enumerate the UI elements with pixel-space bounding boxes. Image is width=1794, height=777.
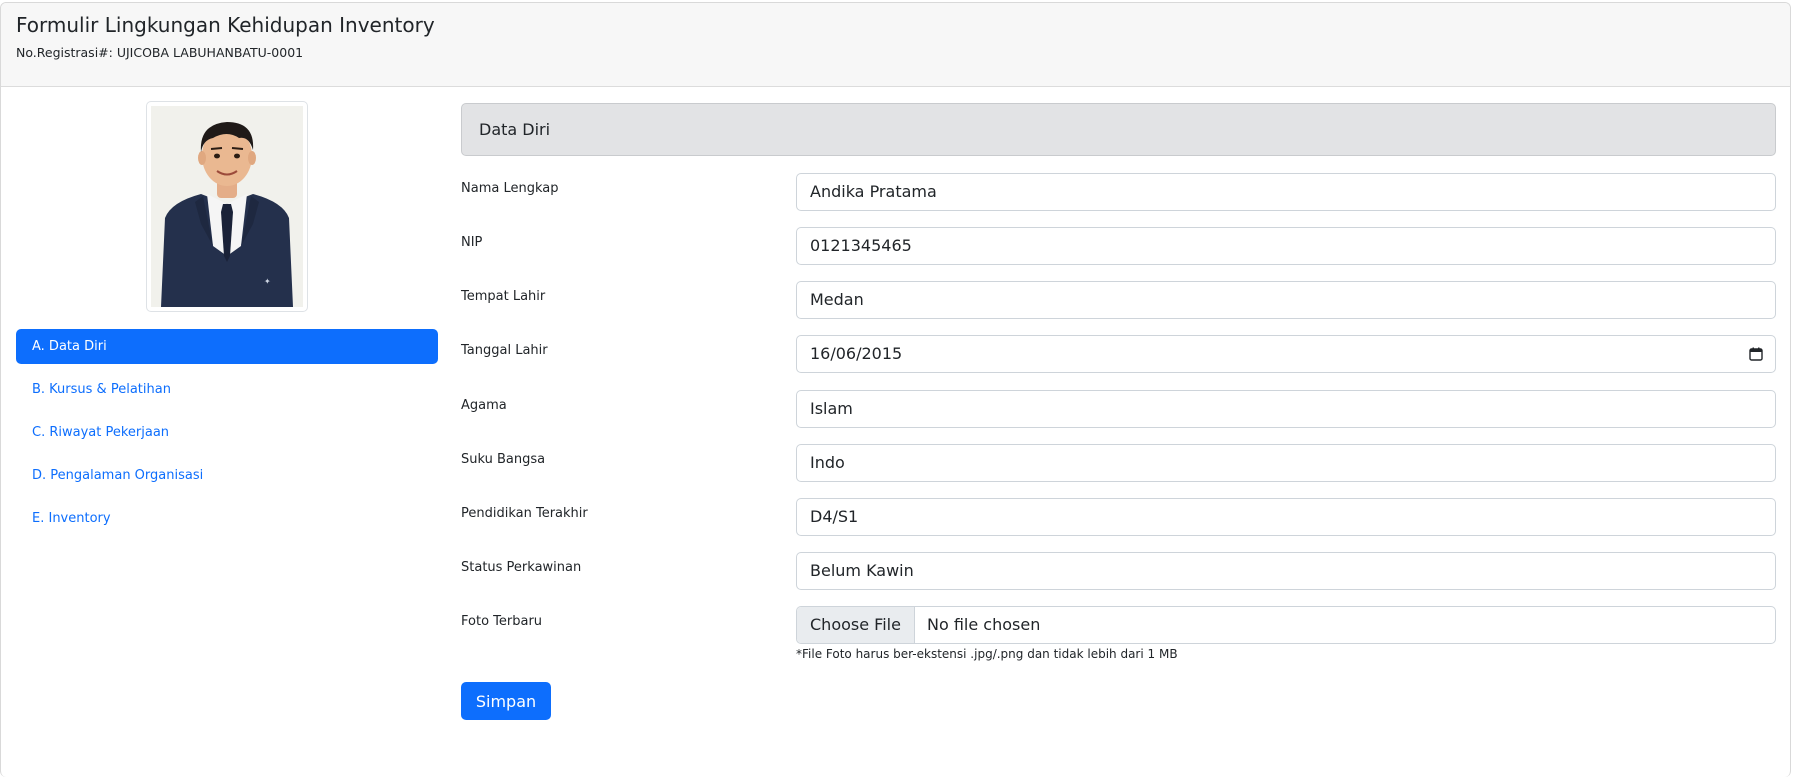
avatar-illustration: ✦ [151, 106, 303, 307]
sidebar-item-inventory[interactable]: E. Inventory [16, 501, 438, 536]
simpan-button[interactable]: Simpan [461, 682, 551, 720]
sidebar-item-pengalaman-organisasi[interactable]: D. Pengalaman Organisasi [16, 458, 438, 493]
nama-lengkap-input[interactable]: Andika Pratama [796, 173, 1776, 211]
choose-file-button[interactable]: Choose File [797, 607, 915, 643]
suku-bangsa-input[interactable]: Indo [796, 444, 1776, 482]
field-row-status-perkawinan: Status Perkawinan Belum Kawin [461, 552, 1776, 590]
field-label: Tempat Lahir [461, 289, 546, 304]
field-row-foto-terbaru: Foto Terbaru Choose File No file chosen [461, 606, 1776, 644]
field-label: Tanggal Lahir [461, 343, 548, 358]
sidebar-item-data-diri[interactable]: A. Data Diri [16, 329, 438, 364]
sidebar-item-kursus-pelatihan[interactable]: B. Kursus & Pelatihan [16, 372, 438, 407]
file-status-text: No file chosen [927, 615, 1041, 634]
profile-photo: ✦ [146, 101, 308, 312]
status-perkawinan-input[interactable]: Belum Kawin [796, 552, 1776, 590]
field-label: Status Perkawinan [461, 560, 582, 575]
field-label: Pendidikan Terakhir [461, 506, 588, 521]
field-row-tempat-lahir: Tempat Lahir Medan [461, 281, 1776, 319]
pendidikan-terakhir-input[interactable]: D4/S1 [796, 498, 1776, 536]
registration-number: No.Registrasi#: UJICOBA LABUHANBATU-0001 [16, 45, 304, 60]
field-label: Nama Lengkap [461, 181, 559, 196]
foto-file-input[interactable]: Choose File No file chosen [796, 606, 1776, 644]
field-row-pendidikan-terakhir: Pendidikan Terakhir D4/S1 [461, 498, 1776, 536]
field-label: NIP [461, 235, 483, 250]
section-header: Data Diri [461, 103, 1776, 156]
field-row-tanggal-lahir: Tanggal Lahir 16/06/2015 [461, 335, 1776, 373]
field-row-nip: NIP 0121345465 [461, 227, 1776, 265]
field-label: Foto Terbaru [461, 614, 543, 629]
calendar-icon[interactable] [1749, 347, 1763, 361]
agama-input[interactable]: Islam [796, 390, 1776, 428]
field-label: Suku Bangsa [461, 452, 546, 467]
field-row-agama: Agama Islam [461, 390, 1776, 428]
file-help-text: *File Foto harus ber-ekstensi .jpg/.png … [796, 647, 1178, 661]
sidebar-item-riwayat-pekerjaan[interactable]: C. Riwayat Pekerjaan [16, 415, 438, 450]
page-title: Formulir Lingkungan Kehidupan Inventory [16, 13, 435, 37]
sidebar-nav: A. Data Diri B. Kursus & Pelatihan C. Ri… [16, 329, 438, 544]
field-label: Agama [461, 398, 507, 413]
nip-input[interactable]: 0121345465 [796, 227, 1776, 265]
field-row-suku-bangsa: Suku Bangsa Indo [461, 444, 1776, 482]
tempat-lahir-input[interactable]: Medan [796, 281, 1776, 319]
card-header: Formulir Lingkungan Kehidupan Inventory … [1, 3, 1790, 87]
tanggal-lahir-value: 16/06/2015 [810, 344, 903, 363]
svg-text:✦: ✦ [264, 277, 271, 286]
field-row-nama-lengkap: Nama Lengkap Andika Pratama [461, 173, 1776, 211]
tanggal-lahir-input[interactable]: 16/06/2015 [796, 335, 1776, 373]
